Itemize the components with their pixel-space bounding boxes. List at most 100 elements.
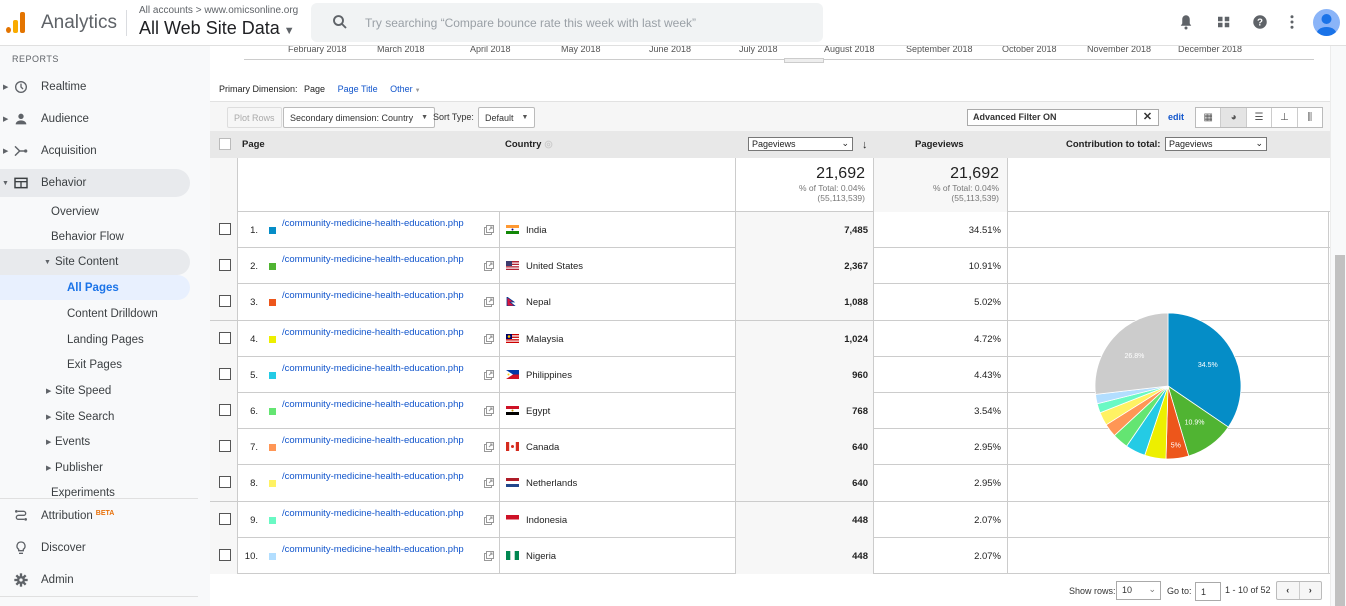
row-checkbox[interactable] <box>219 548 231 561</box>
edit-filter-link[interactable]: edit <box>1168 112 1184 122</box>
comparison-view-icon[interactable]: ⊥ <box>1272 108 1298 127</box>
analytics-logo[interactable] <box>6 11 28 33</box>
external-link-icon[interactable] <box>484 478 494 489</box>
sidebar-item-acquisition[interactable]: ▶ Acquisition <box>0 137 190 165</box>
external-link-icon[interactable] <box>484 261 494 272</box>
page-link[interactable]: /community-medicine-health-education.php <box>282 544 482 555</box>
contribution-dropdown[interactable]: Pageviews ⌄ <box>1165 137 1267 151</box>
sidebar-item-audience[interactable]: ▶ Audience <box>0 105 190 133</box>
external-link-icon[interactable] <box>484 550 494 561</box>
row-checkbox[interactable] <box>219 512 231 525</box>
bell-icon[interactable] <box>1177 13 1195 31</box>
sidebar-item-realtime[interactable]: ▶ Realtime <box>0 73 190 101</box>
sidebar-item-behavior-flow[interactable]: Behavior Flow <box>0 223 190 251</box>
prev-page-icon[interactable]: ‹ <box>1277 582 1300 599</box>
page-link[interactable]: /community-medicine-health-education.php <box>282 435 482 446</box>
total-pct: % of Total: 0.04% <box>799 183 865 193</box>
page-link[interactable]: /community-medicine-health-education.php <box>282 399 482 410</box>
primary-dimension-page[interactable]: Page <box>304 84 325 94</box>
sort-type-dropdown[interactable]: Default ▼ <box>478 107 536 128</box>
country-link[interactable]: Canada <box>526 442 559 453</box>
external-link-icon[interactable] <box>484 225 494 235</box>
sort-desc-icon[interactable]: ↓ <box>862 139 868 151</box>
page-link[interactable]: /community-medicine-health-education.php <box>282 254 482 265</box>
country-link[interactable]: Nepal <box>526 297 551 308</box>
sidebar-item-discover[interactable]: Discover <box>0 534 190 562</box>
page-link[interactable]: /community-medicine-health-education.php <box>282 471 482 482</box>
goto-input[interactable]: 1 <box>1195 582 1221 601</box>
sidebar-item-label: All Pages <box>67 281 119 294</box>
account-breadcrumb[interactable]: All accounts > www.omicsonline.org <box>139 5 298 16</box>
country-link[interactable]: India <box>526 225 547 236</box>
apps-grid-icon[interactable] <box>1215 13 1233 31</box>
country-link[interactable]: Nigeria <box>526 551 556 562</box>
advanced-filter-field[interactable]: Advanced Filter ON ✕ <box>967 109 1159 126</box>
primary-dimension-page-title[interactable]: Page Title <box>338 84 378 94</box>
external-link-icon[interactable] <box>484 442 494 453</box>
property-selector[interactable]: All Web Site Data ▼ <box>139 18 295 39</box>
row-checkbox[interactable] <box>219 440 231 453</box>
row-checkbox[interactable] <box>219 295 231 308</box>
table-view-icon[interactable]: ▦ <box>1196 108 1222 127</box>
more-vert-icon[interactable] <box>1283 13 1301 31</box>
pivot-view-icon[interactable]: ⫼ <box>1298 108 1322 127</box>
country-link[interactable]: Netherlands <box>526 478 577 489</box>
pie-view-icon[interactable]: ◕ <box>1221 108 1247 127</box>
column-header-country[interactable]: Country ◎ <box>505 139 553 150</box>
metric-dropdown[interactable]: Pageviews ⌄ <box>748 137 853 151</box>
sidebar-item-overview[interactable]: Overview <box>0 198 190 226</box>
sort-type-label: Sort Type: <box>433 112 474 122</box>
external-link-icon[interactable] <box>484 333 494 344</box>
show-rows-select[interactable]: 10 ⌄ <box>1116 581 1161 600</box>
page-link[interactable]: /community-medicine-health-education.php <box>282 290 482 301</box>
row-checkbox[interactable] <box>219 476 231 489</box>
series-color-swatch <box>269 516 276 524</box>
sidebar-item-exit-pages[interactable]: Exit Pages <box>0 351 190 379</box>
contribution-value: Pageviews <box>1169 139 1213 149</box>
sidebar-item-site-speed[interactable]: ▶ Site Speed <box>0 377 190 405</box>
account-avatar[interactable] <box>1313 9 1340 36</box>
primary-dimension-other[interactable]: Other ▼ <box>390 84 420 94</box>
page-link[interactable]: /community-medicine-health-education.php <box>282 218 482 229</box>
sidebar-item-content-drilldown[interactable]: Content Drilldown <box>0 300 190 328</box>
secondary-dimension-dropdown[interactable]: Secondary dimension: Country ▼ <box>283 107 436 128</box>
external-link-icon[interactable] <box>484 297 494 308</box>
external-link-icon[interactable] <box>484 369 494 380</box>
external-link-icon[interactable] <box>484 405 494 416</box>
page-link[interactable]: /community-medicine-health-education.php <box>282 327 482 338</box>
sidebar-item-landing-pages[interactable]: Landing Pages <box>0 326 190 354</box>
country-link[interactable]: Philippines <box>526 370 572 381</box>
sidebar-item-site-search[interactable]: ▶ Site Search <box>0 403 190 431</box>
sidebar-item-attribution[interactable]: Attribution BETA <box>0 502 190 530</box>
country-link[interactable]: Indonesia <box>526 515 567 526</box>
country-link[interactable]: Malaysia <box>526 334 564 345</box>
help-icon[interactable]: ? <box>1251 13 1269 31</box>
vertical-scrollbar[interactable] <box>1330 46 1346 606</box>
column-header-page[interactable]: Page <box>242 139 265 150</box>
sidebar-item-events[interactable]: ▶ Events <box>0 428 190 456</box>
row-checkbox[interactable] <box>219 403 231 416</box>
page-link[interactable]: /community-medicine-health-education.php <box>282 363 482 374</box>
sidebar-item-all-pages[interactable]: All Pages <box>0 275 190 300</box>
next-page-icon[interactable]: › <box>1300 582 1322 599</box>
row-checkbox[interactable] <box>219 331 231 344</box>
sidebar-item-admin[interactable]: Admin <box>0 566 190 594</box>
scrollbar-thumb[interactable] <box>1335 255 1345 606</box>
search-box[interactable]: Try searching “Compare bounce rate this … <box>311 3 823 42</box>
row-checkbox[interactable] <box>219 259 231 272</box>
plot-rows-button[interactable]: Plot Rows <box>227 107 282 128</box>
row-checkbox[interactable] <box>219 223 231 235</box>
timeline-handle[interactable] <box>784 58 824 63</box>
sidebar-item-behavior[interactable]: ▼ Behavior <box>0 169 190 197</box>
clear-filter-icon[interactable]: ✕ <box>1136 109 1158 126</box>
performance-view-icon[interactable]: ☰ <box>1247 108 1273 127</box>
sidebar-item-site-content[interactable]: ▼ Site Content <box>0 249 190 275</box>
page-link[interactable]: /community-medicine-health-education.php <box>282 508 482 519</box>
column-header-pageviews[interactable]: Pageviews <box>915 139 964 150</box>
country-link[interactable]: Egypt <box>526 406 550 417</box>
sidebar-item-publisher[interactable]: ▶ Publisher <box>0 454 190 482</box>
row-checkbox[interactable] <box>219 367 231 380</box>
select-all-checkbox[interactable] <box>219 138 231 150</box>
country-link[interactable]: United States <box>526 261 583 272</box>
external-link-icon[interactable] <box>484 514 494 525</box>
